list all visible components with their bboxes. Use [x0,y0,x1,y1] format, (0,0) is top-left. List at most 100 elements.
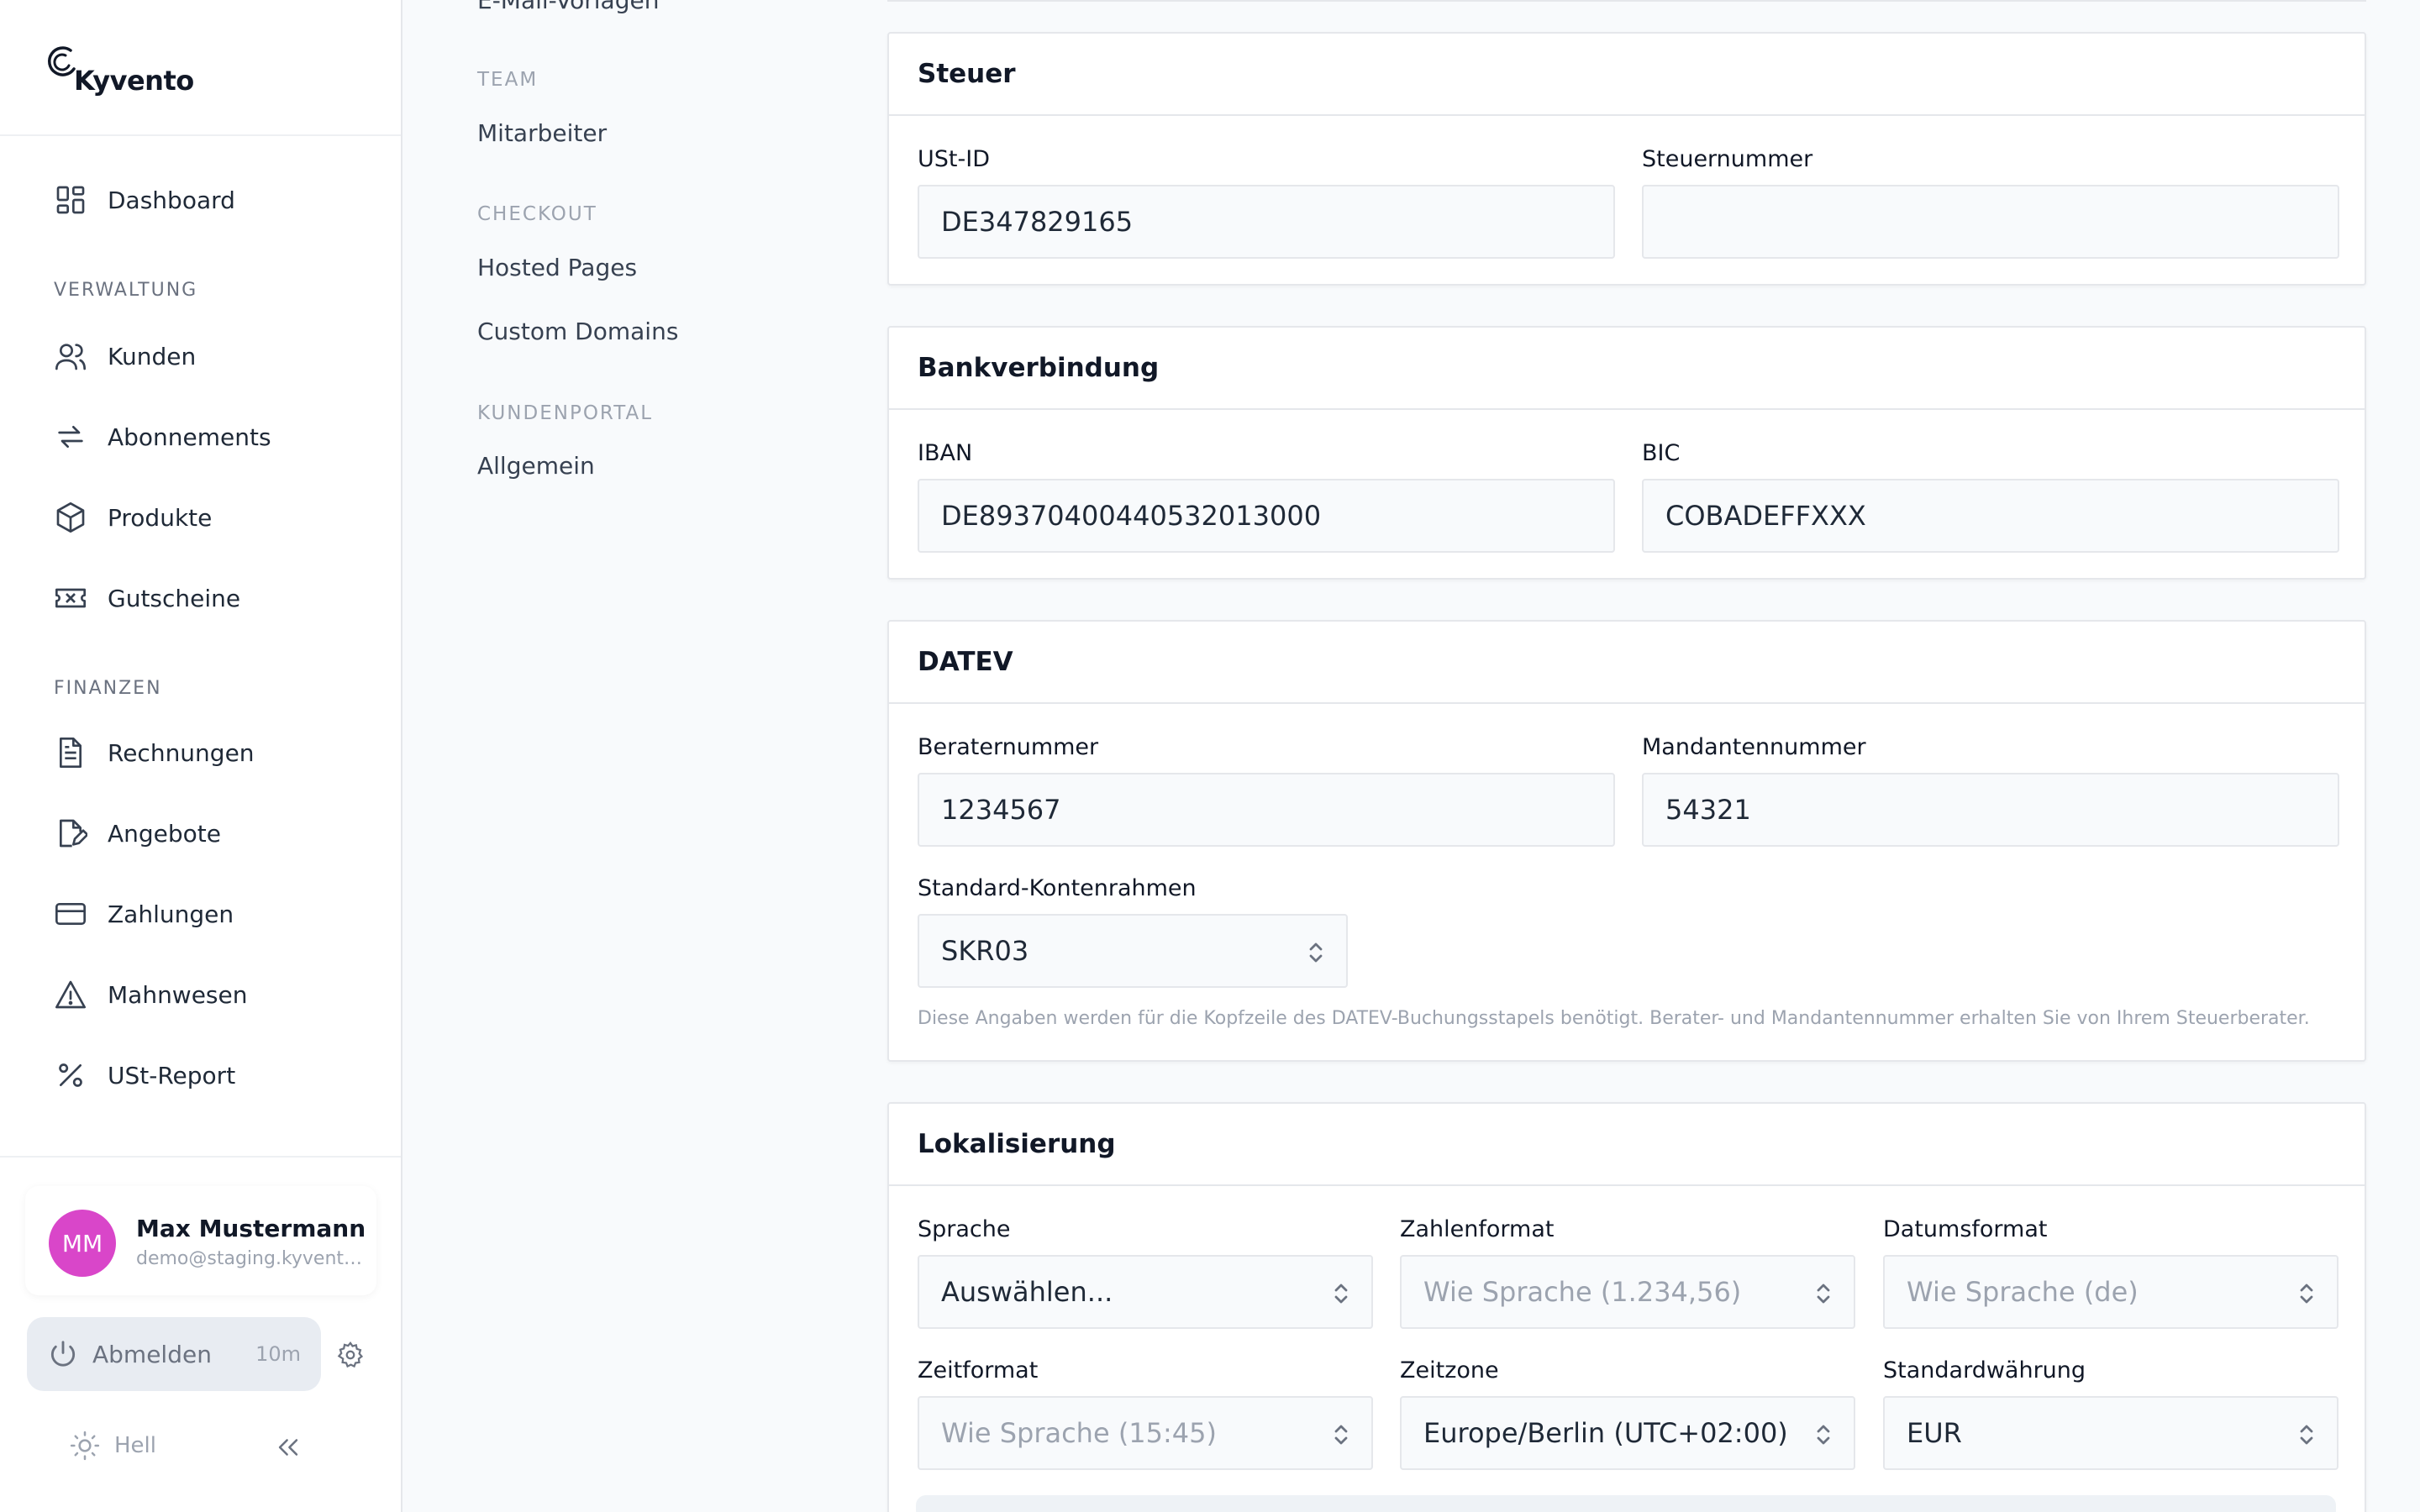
power-icon [50,1341,76,1367]
chevron-up-down-icon [1817,1284,1830,1304]
user-email: demo@staging.kyvento.de [136,1248,363,1269]
divider [0,134,401,136]
nav-label: Angebote [108,819,222,848]
chevron-up-down-icon [2300,1284,2313,1304]
session-timer: 10m [255,1342,301,1366]
theme-toggle[interactable]: Hell [69,1430,156,1462]
subnav-item-custom-domains[interactable]: Custom Domains [477,318,678,345]
percent-icon [59,1063,82,1087]
waehrung-label: Standardwährung [1883,1357,2086,1383]
dashboard-icon [56,186,85,214]
nav-item-dashboard[interactable]: Dashboard [54,175,235,225]
chevron-up-down-icon [1334,1284,1348,1304]
cube-icon [56,502,85,533]
nav-item-angebote[interactable]: Angebote [54,808,221,858]
user-name: Max Mustermann [136,1215,366,1242]
zeitformat-label: Zeitformat [918,1357,1039,1383]
user-card[interactable]: MM Max Mustermann demo@staging.kyvento.d… [25,1186,376,1295]
nav-label: Abonnements [108,423,271,451]
nav-item-abonnements[interactable]: Abonnements [54,412,271,462]
waehrung-select[interactable]: EUR [1883,1396,2338,1470]
card-datev: DATEV Beraternummer 1234567 Mandantennum… [887,620,2366,1062]
nav-item-produkte[interactable]: Produkte [54,492,212,543]
nav-item-mahnwesen[interactable]: Mahnwesen [54,969,248,1020]
document-edit-icon [60,819,87,848]
divider [889,408,2365,410]
card-title: DATEV [918,647,1013,677]
zeitformat-select[interactable]: Wie Sprache (15:45) [918,1396,1373,1470]
chevron-up-down-icon [1309,942,1323,963]
subnav-item-hosted-pages[interactable]: Hosted Pages [477,254,637,281]
steuernummer-label: Steuernummer [1642,146,1813,172]
bic-input[interactable]: COBADEFFXXX [1642,479,2339,553]
select-value: SKR03 [941,935,1029,967]
logout-label: Abmelden [92,1340,212,1368]
settings-subnav: E-Mail-Vorlagen TEAM Mitarbeiter CHECKOU… [477,0,830,1512]
ust-id-label: USt-ID [918,146,990,172]
sidebar: Kyvento Dashboard VERWALTUNG Kunden Abon… [0,0,402,1512]
nav-label: Kunden [108,342,197,370]
select-value: EUR [1907,1417,1962,1449]
sprache-select[interactable]: Auswählen... [918,1255,1373,1329]
ust-id-input[interactable]: DE347829165 [918,185,1615,259]
nav-label: Produkte [108,503,213,532]
iban-input[interactable]: DE89370400440532013000 [918,479,1615,553]
subnav-section-checkout: CHECKOUT [477,203,597,225]
select-value: Wie Sprache (15:45) [941,1417,1217,1449]
select-value: Auswählen... [941,1276,1113,1308]
nav-item-zahlungen[interactable]: Zahlungen [54,889,234,939]
chevron-up-down-icon [1334,1425,1348,1445]
datumsformat-label: Datumsformat [1883,1216,2048,1242]
ticket-icon [55,588,86,608]
nav-label: Mahnwesen [108,980,248,1009]
brand-name: Kyvento [74,65,194,97]
gear-icon[interactable] [336,1341,365,1369]
beraternummer-input[interactable]: 1234567 [918,773,1615,847]
zeitzone-select[interactable]: Europe/Berlin (UTC+02:00) [1400,1396,1855,1470]
datev-hint: Diese Angaben werden für die Kopfzeile d… [918,1008,2310,1029]
select-value: Wie Sprache (1.234,56) [1423,1276,1742,1308]
subnav-item-mitarbeiter[interactable]: Mitarbeiter [477,119,607,147]
sun-icon [70,1431,100,1461]
logo-mark-icon [48,46,76,76]
divider [889,1184,2365,1186]
zeitzone-label: Zeitzone [1400,1357,1499,1383]
divider [0,1156,401,1158]
divider [889,114,2365,116]
card-title: Lokalisierung [918,1129,1116,1159]
nav-item-rechnungen[interactable]: Rechnungen [54,727,255,778]
nav-item-kunden[interactable]: Kunden [54,331,196,381]
nav-label: Dashboard [108,186,235,214]
subnav-item-email-templates[interactable]: E-Mail-Vorlagen [477,0,659,14]
card-steuer: Steuer USt-ID DE347829165 Steuernummer [887,32,2366,286]
avatar: MM [49,1210,116,1277]
chevron-up-down-icon [1817,1425,1830,1445]
nav-label: Zahlungen [108,900,234,928]
card-title: Bankverbindung [918,353,1160,383]
logout-button[interactable]: Abmelden 10m [27,1317,321,1391]
nav-item-ust-report[interactable]: USt-Report [54,1050,235,1100]
previous-card-edge [887,0,2366,2]
next-field-edge [916,1495,2336,1512]
subnav-section-kundenportal: KUNDENPORTAL [477,402,654,424]
mandantennummer-input[interactable]: 54321 [1642,773,2339,847]
beraternummer-label: Beraternummer [918,734,1099,760]
kontenrahmen-select[interactable]: SKR03 [918,914,1348,988]
brand-logo[interactable]: Kyvento [45,44,194,94]
datumsformat-select[interactable]: Wie Sprache (de) [1883,1255,2338,1329]
subnav-item-allgemein[interactable]: Allgemein [477,452,595,480]
document-icon [60,738,82,768]
select-value: Europe/Berlin (UTC+02:00) [1423,1417,1788,1449]
chevrons-left-icon[interactable] [274,1433,302,1462]
mandantennummer-label: Mandantennummer [1642,734,1866,760]
nav-item-gutscheine[interactable]: Gutscheine [54,573,240,623]
zahlenformat-select[interactable]: Wie Sprache (1.234,56) [1400,1255,1855,1329]
nav-label: Rechnungen [108,738,255,767]
steuernummer-input[interactable] [1642,185,2339,259]
kontenrahmen-label: Standard-Kontenrahmen [918,875,1197,901]
nav-section-finanzen: FINANZEN [54,678,162,699]
theme-label: Hell [114,1433,156,1458]
repeat-icon [58,426,83,448]
credit-card-icon [55,903,86,925]
warning-icon [55,980,86,1009]
